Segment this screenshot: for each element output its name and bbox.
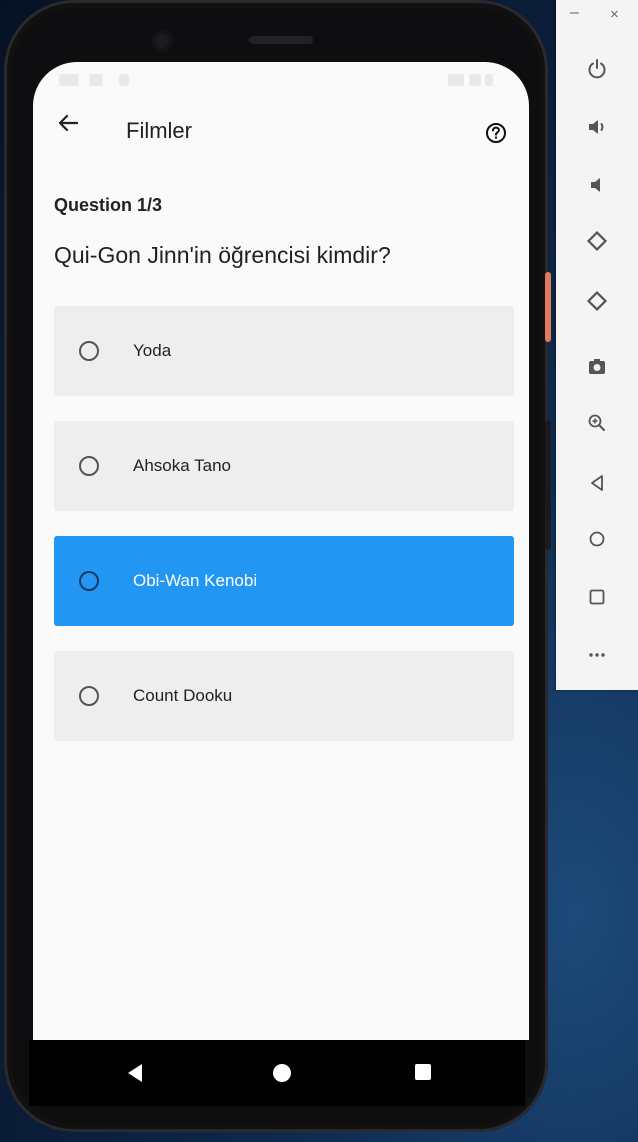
home-button[interactable] (584, 526, 610, 552)
question-number: Question 1/3 (54, 195, 163, 215)
rotate-left-button[interactable] (584, 228, 610, 254)
nav-back-icon (128, 1064, 142, 1082)
front-camera (151, 30, 173, 52)
radio-button[interactable] (79, 456, 99, 476)
minimize-button[interactable]: – (570, 4, 579, 22)
volume-up-icon (589, 120, 604, 134)
power-button-frame (545, 272, 551, 342)
nav-recents-button[interactable] (413, 1062, 433, 1082)
home-icon (589, 531, 605, 547)
radio-button[interactable] (79, 341, 99, 361)
arrow-back-icon (58, 114, 78, 132)
answer-option-obi-wan-kenobi[interactable]: Obi-Wan Kenobi (54, 536, 514, 626)
back-button[interactable] (53, 108, 83, 138)
answer-label: Yoda (133, 341, 172, 360)
app-title: Filmler (126, 118, 192, 143)
answer-label: Count Dooku (133, 686, 233, 705)
phone-frame: Filmler Question 1/3 Qui-Gon Jinn'in öğr… (4, 0, 551, 1132)
nav-home-icon (273, 1064, 291, 1082)
volume-button-frame (545, 420, 551, 550)
nav-recents-icon (415, 1064, 431, 1080)
radio-button[interactable] (79, 571, 99, 591)
volume-up-button[interactable] (584, 114, 610, 140)
answer-label: Ahsoka Tano (133, 456, 231, 475)
zoom-button[interactable] (584, 410, 610, 436)
back-icon (591, 475, 603, 491)
earpiece (249, 36, 313, 44)
power-button[interactable] (584, 56, 610, 82)
more-button[interactable] (584, 642, 610, 668)
nav-back-button[interactable] (125, 1062, 145, 1084)
android-nav-bar (29, 1040, 525, 1106)
rotate-left-icon (586, 230, 608, 252)
back-button[interactable] (584, 470, 610, 496)
status-bar (33, 62, 529, 100)
question-text: Qui-Gon Jinn'in öğrencisi kimdir? (54, 242, 391, 268)
help-circle-icon (486, 123, 506, 143)
window-controls: – × (556, 4, 638, 28)
more-icon (589, 653, 605, 657)
camera-icon (589, 359, 605, 374)
power-icon (588, 59, 606, 79)
answer-label: Obi-Wan Kenobi (133, 571, 258, 590)
answer-option-ahsoka-tano[interactable]: Ahsoka Tano (54, 421, 514, 511)
radio-button[interactable] (79, 686, 99, 706)
overview-button[interactable] (584, 584, 610, 610)
rotate-right-button[interactable] (584, 288, 610, 314)
overview-icon (589, 589, 605, 605)
zoom-icon (588, 414, 605, 431)
nav-home-button[interactable] (271, 1062, 293, 1084)
rotate-right-icon (586, 290, 608, 312)
answer-option-count-dooku[interactable]: Count Dooku (54, 651, 514, 741)
volume-down-button[interactable] (584, 172, 610, 198)
phone-screen: Filmler Question 1/3 Qui-Gon Jinn'in öğr… (33, 62, 529, 1040)
answer-option-yoda[interactable]: Yoda (54, 306, 514, 396)
volume-down-icon (591, 178, 600, 192)
emulator-control-panel: – × (556, 0, 638, 690)
close-button[interactable]: × (610, 6, 619, 23)
help-button[interactable] (485, 122, 507, 144)
screenshot-button[interactable] (584, 354, 610, 380)
